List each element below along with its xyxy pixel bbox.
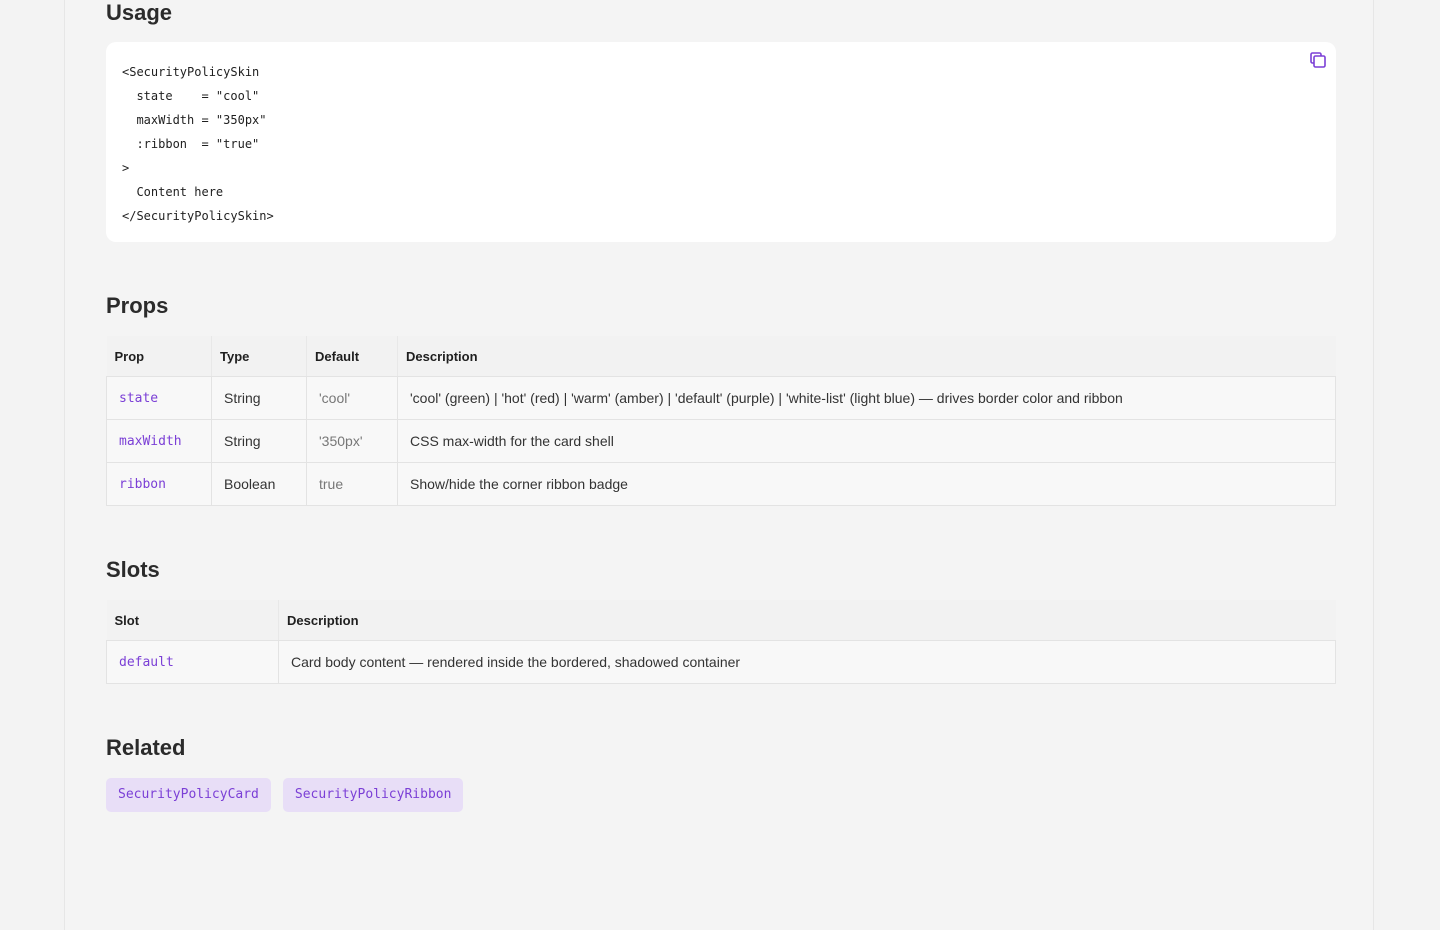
prop-name: maxWidth [106, 419, 212, 463]
related-link-security-policy-ribbon[interactable]: SecurityPolicyRibbon [282, 778, 464, 812]
column-header: Slot [106, 600, 279, 641]
related-list: SecurityPolicyCard SecurityPolicyRibbon [106, 778, 464, 812]
code-line: Content here [122, 185, 224, 199]
props-heading: Props [106, 293, 169, 318]
prop-description: CSS max-width for the card shell [397, 419, 1336, 463]
prop-type: String [211, 376, 307, 420]
table-row: maxWidth String '350px' CSS max-width fo… [106, 419, 1336, 463]
props-table: Prop Type Default Description state Stri… [106, 336, 1336, 506]
table-row: default Card body content — rendered ins… [106, 640, 1336, 684]
slots-table: Slot Description default Card body conte… [106, 600, 1336, 684]
table-row: state String 'cool' 'cool' (green) | 'ho… [106, 376, 1336, 420]
prop-description: 'cool' (green) | 'hot' (red) | 'warm' (a… [397, 376, 1336, 420]
docs-panel: Usage <SecurityPolicySkin state = "cool"… [64, 0, 1374, 930]
column-header: Description [278, 600, 1336, 641]
code-line: :ribbon = "true" [122, 137, 260, 151]
prop-type: String [211, 419, 307, 463]
code-line: maxWidth = "350px" [122, 113, 267, 127]
code-line: state = "cool" [122, 89, 260, 103]
column-header: Type [211, 336, 307, 377]
prop-type: Boolean [211, 462, 307, 506]
prop-default: 'cool' [306, 376, 398, 420]
related-heading: Related [106, 735, 186, 760]
code-line: </SecurityPolicySkin> [122, 209, 274, 223]
prop-default: true [306, 462, 398, 506]
slots-heading: Slots [106, 557, 160, 582]
code-line: <SecurityPolicySkin [122, 65, 260, 79]
props-header-row: Prop Type Default Description [106, 336, 1336, 377]
prop-name: ribbon [106, 462, 212, 506]
column-header: Prop [106, 336, 212, 377]
slots-header-row: Slot Description [106, 600, 1336, 641]
related-link-security-policy-card[interactable]: SecurityPolicyCard [106, 778, 271, 812]
copy-icon [1310, 52, 1326, 68]
prop-default: '350px' [306, 419, 398, 463]
prop-name: state [106, 376, 212, 420]
usage-code-block: <SecurityPolicySkin state = "cool" maxWi… [106, 42, 1336, 242]
slot-name: default [106, 640, 279, 684]
column-header: Description [397, 336, 1336, 377]
copy-button[interactable] [1306, 48, 1330, 72]
code-line: > [122, 161, 130, 175]
table-row: ribbon Boolean true Show/hide the corner… [106, 462, 1336, 506]
usage-heading: Usage [106, 0, 173, 25]
slot-description: Card body content — rendered inside the … [278, 640, 1336, 684]
prop-description: Show/hide the corner ribbon badge [397, 462, 1336, 506]
column-header: Default [306, 336, 398, 377]
